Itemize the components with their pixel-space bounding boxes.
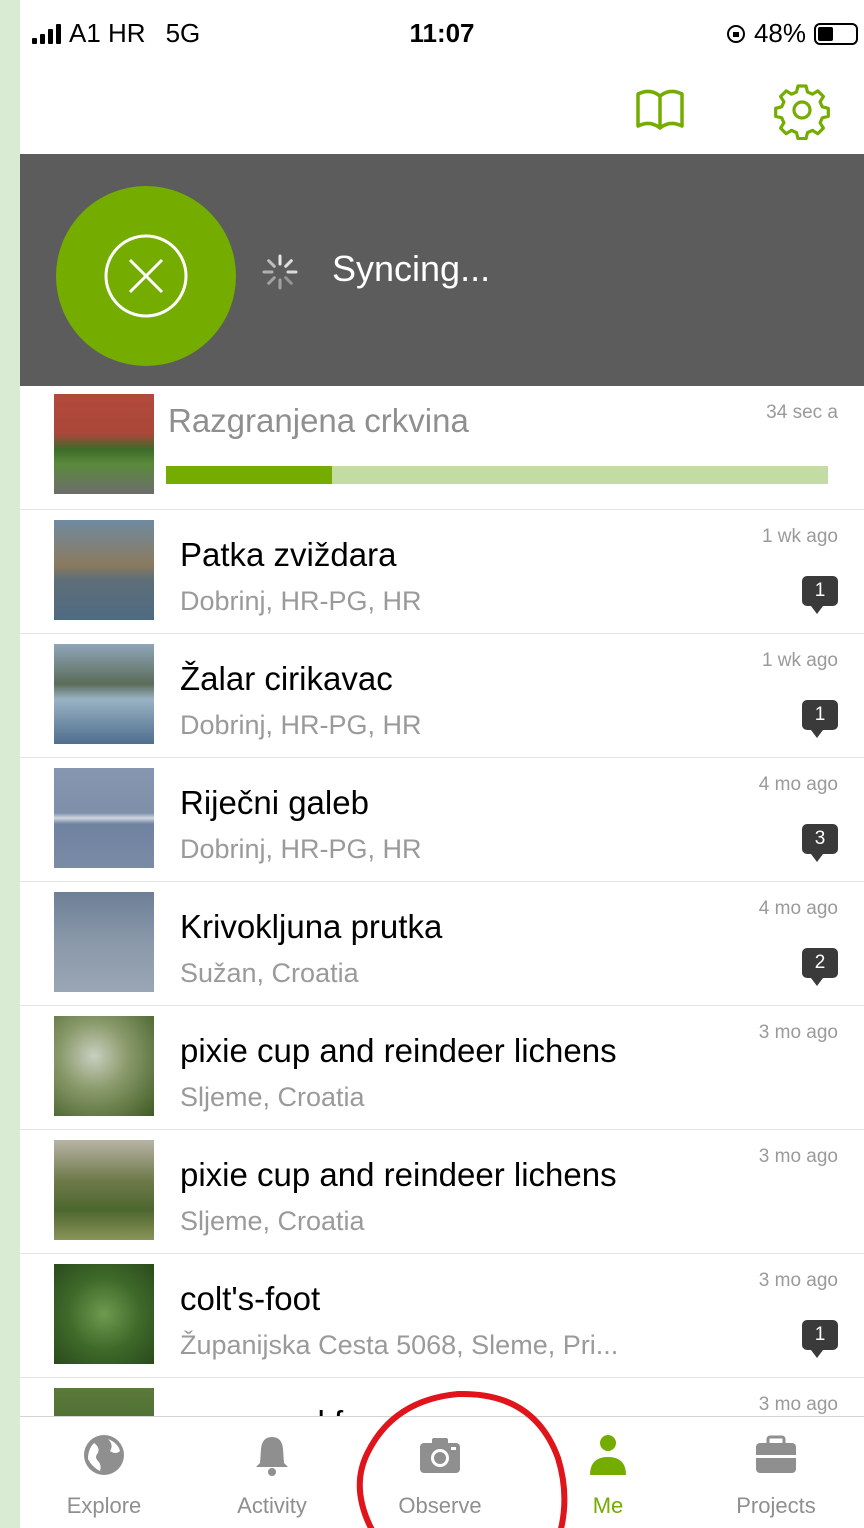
list-item[interactable]: pixie cup and reindeer lichens Sljeme, C… <box>20 1006 864 1130</box>
tab-explore[interactable]: Explore <box>20 1417 188 1528</box>
battery-info: 48% <box>726 18 858 49</box>
observation-place: Sljeme, Croatia <box>180 1206 365 1236</box>
observation-title: grey coral fungus <box>180 1404 433 1416</box>
observation-title: pixie cup and reindeer lichens <box>180 1156 617 1193</box>
observation-title: Razgranjena crkvina <box>168 402 469 439</box>
cancel-sync-button[interactable] <box>56 186 236 366</box>
observation-title: Žalar cirikavac <box>180 660 393 697</box>
observation-thumbnail <box>54 892 154 992</box>
observation-thumbnail <box>54 768 154 868</box>
observation-title: colt's-foot <box>180 1280 321 1317</box>
tab-label: Explore <box>66 1493 142 1518</box>
list-item[interactable]: Krivokljuna prutka Sužan, Croatia 4 mo a… <box>20 882 864 1006</box>
tab-observe[interactable]: Observe <box>356 1417 524 1528</box>
tab-label: Projects <box>736 1493 816 1518</box>
observation-place: Dobrinj, HR-PG, HR <box>180 834 422 864</box>
rotation-lock-icon <box>726 24 745 43</box>
status-bar: A1 HR 5G 11:07 48% <box>20 0 864 62</box>
observation-thumbnail <box>54 520 154 620</box>
close-circle-icon <box>104 234 188 318</box>
spinner-icon <box>262 254 298 290</box>
observation-place: Županijska Cesta 5068, Sleme, Pri... <box>180 1330 619 1360</box>
tab-label: Activity <box>237 1493 307 1518</box>
comment-count-badge: 1 <box>802 1320 838 1358</box>
observation-time: 1 wk ago <box>761 650 838 671</box>
observation-thumbnail <box>54 394 154 494</box>
briefcase-icon <box>756 1435 796 1473</box>
gear-icon[interactable] <box>772 80 832 140</box>
tab-projects[interactable]: Projects <box>692 1417 860 1528</box>
observation-time: 1 wk ago <box>761 526 838 547</box>
list-item[interactable]: Patka zviždara Dobrinj, HR-PG, HR 1 wk a… <box>20 510 864 634</box>
observation-time: 4 mo ago <box>758 774 838 795</box>
observation-time: 3 mo ago <box>758 1146 838 1167</box>
list-item[interactable]: pixie cup and reindeer lichens Sljeme, C… <box>20 1130 864 1254</box>
comment-count-badge: 1 <box>802 576 838 614</box>
observation-thumbnail <box>54 1388 154 1416</box>
comment-count-badge: 2 <box>802 948 838 986</box>
sync-status-text: Syncing... <box>332 248 491 289</box>
tab-activity[interactable]: Activity <box>188 1417 356 1528</box>
person-icon <box>590 1435 626 1475</box>
tab-bar: Explore Activity Observe Me Projects <box>20 1416 864 1528</box>
list-item[interactable]: grey coral fungus 3 mo ago <box>20 1378 864 1416</box>
observation-title: Patka zviždara <box>180 536 397 573</box>
book-icon[interactable] <box>630 80 690 140</box>
comment-count-badge: 1 <box>802 700 838 738</box>
battery-percent: 48% <box>753 18 806 48</box>
list-item[interactable]: colt's-foot Županijska Cesta 5068, Sleme… <box>20 1254 864 1378</box>
observation-thumbnail <box>54 1264 154 1364</box>
observation-time: 3 mo ago <box>758 1022 838 1043</box>
observation-place: Sljeme, Croatia <box>180 1082 365 1112</box>
observation-thumbnail <box>54 644 154 744</box>
observation-time: 3 mo ago <box>758 1394 838 1415</box>
observation-time: 3 mo ago <box>758 1270 838 1291</box>
bell-icon <box>256 1437 288 1476</box>
comment-count-badge: 3 <box>802 824 838 862</box>
observation-list[interactable]: Razgranjena crkvina 34 sec a Patka zvižd… <box>20 386 864 1416</box>
tab-label: Observe <box>398 1493 482 1518</box>
sync-status-bar: Syncing... <box>20 154 864 386</box>
observation-thumbnail <box>54 1016 154 1116</box>
observation-thumbnail <box>54 1140 154 1240</box>
globe-icon <box>84 1435 124 1475</box>
observation-place: Sužan, Croatia <box>180 958 359 988</box>
app-screen: A1 HR 5G 11:07 48% Syncing... Razgranjen… <box>20 0 864 1528</box>
profile-pill-redacted <box>336 56 570 154</box>
uploading-row[interactable]: Razgranjena crkvina 34 sec a <box>20 386 864 510</box>
observation-title: Krivokljuna prutka <box>180 908 443 945</box>
camera-icon <box>420 1438 460 1473</box>
observation-time: 34 sec a <box>766 402 838 423</box>
observation-title: pixie cup and reindeer lichens <box>180 1032 617 1069</box>
tab-me[interactable]: Me <box>524 1417 692 1528</box>
observation-title: Riječni galeb <box>180 784 369 821</box>
observation-place: Dobrinj, HR-PG, HR <box>180 586 422 616</box>
battery-icon <box>814 22 858 45</box>
list-item[interactable]: Žalar cirikavac Dobrinj, HR-PG, HR 1 wk … <box>20 634 864 758</box>
tab-label: Me <box>592 1493 624 1518</box>
list-item[interactable]: Riječni galeb Dobrinj, HR-PG, HR 4 mo ag… <box>20 758 864 882</box>
observation-time: 4 mo ago <box>758 898 838 919</box>
upload-progress-bar <box>166 466 828 484</box>
observation-place: Dobrinj, HR-PG, HR <box>180 710 422 740</box>
